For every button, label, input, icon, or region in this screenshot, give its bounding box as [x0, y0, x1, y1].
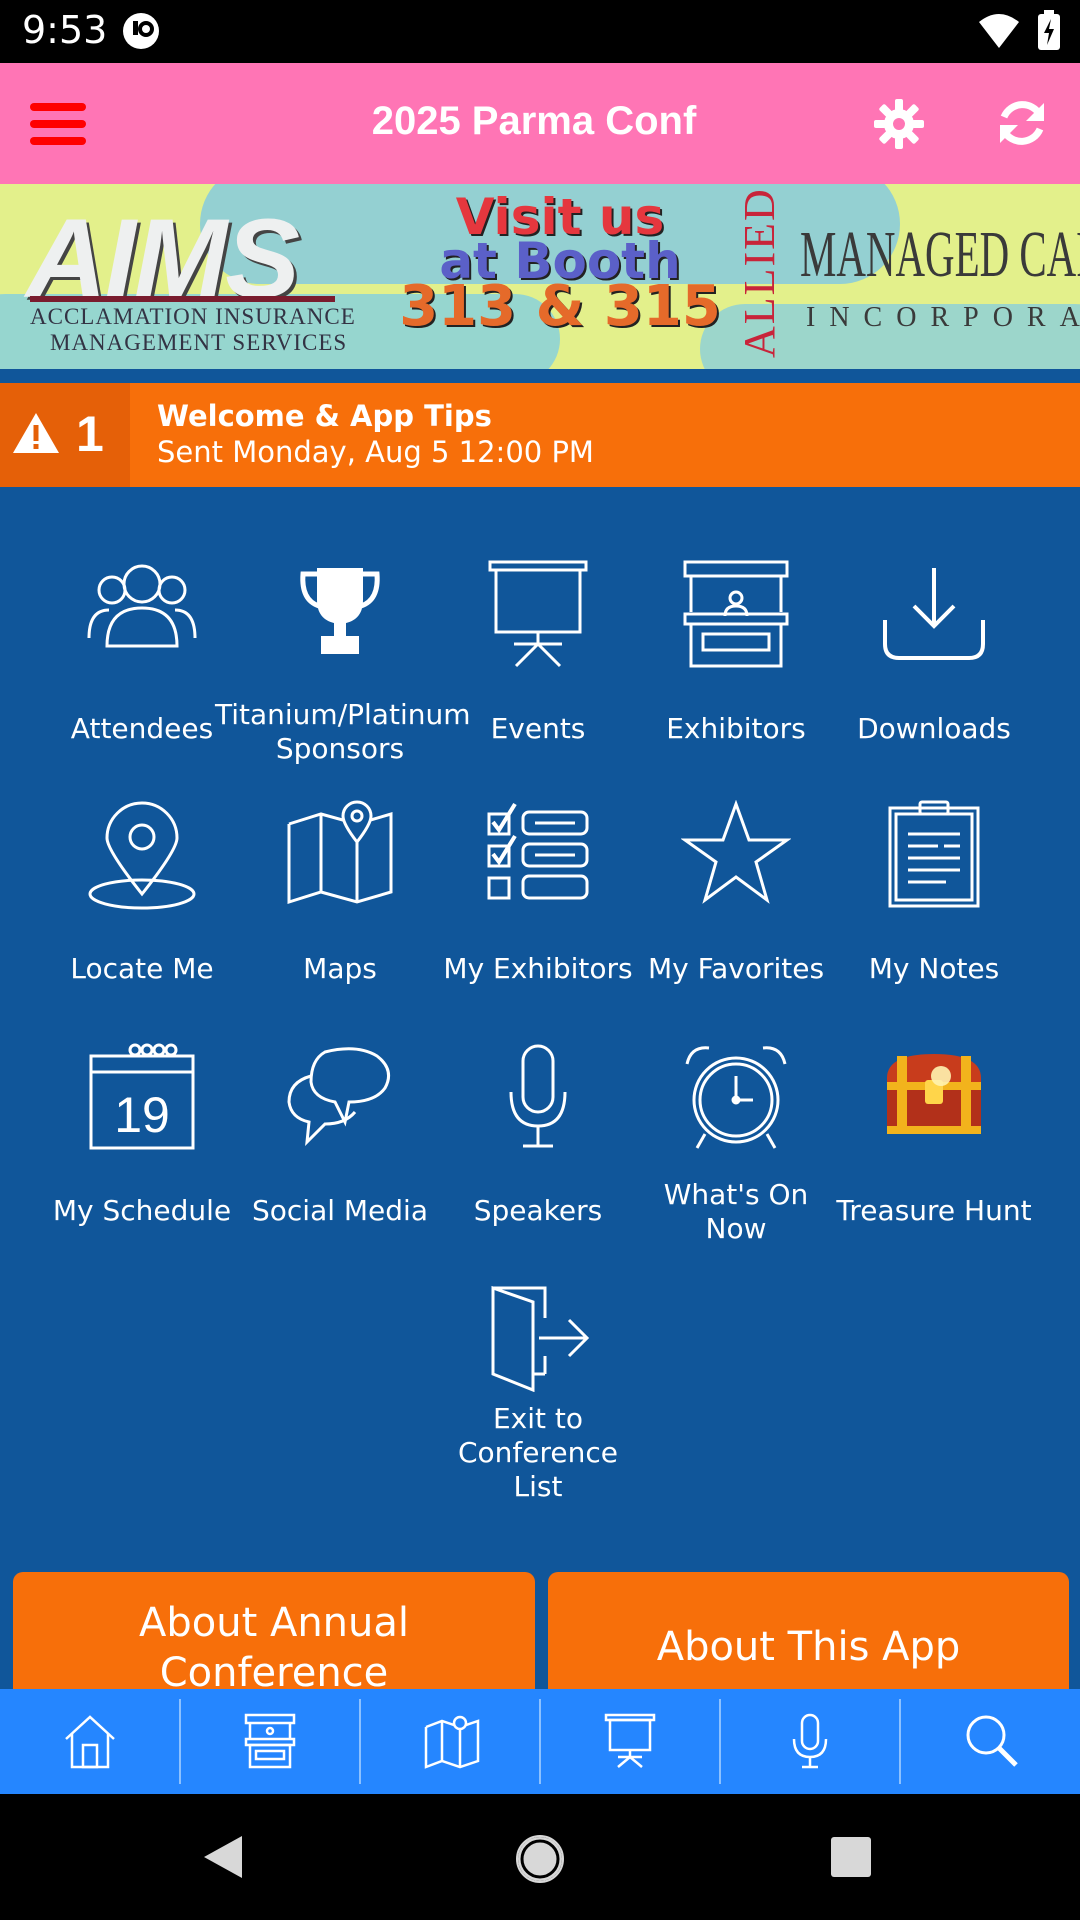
status-time: 9:53: [22, 8, 108, 52]
grid-item-speakers[interactable]: Speakers: [443, 1042, 633, 1227]
grid-item-my-notes[interactable]: My Notes: [839, 800, 1029, 985]
system-nav-bar: [0, 1794, 1080, 1920]
treasure-chest-icon: [887, 1054, 981, 1134]
trophy-icon: [300, 568, 380, 654]
calendar-icon: 19: [89, 1043, 195, 1150]
banner-visit-line3: 313 & 315: [399, 274, 721, 339]
grid-label-locate-me: Locate Me: [70, 952, 214, 985]
presentation-icon: [488, 560, 588, 668]
map-icon: [287, 800, 393, 905]
alert-subtitle: Sent Monday, Aug 5 12:00 PM: [157, 435, 594, 469]
warning-icon: [13, 413, 59, 453]
about-conference-label-l2: Conference: [159, 1650, 389, 1692]
nav-exhibitors[interactable]: [180, 1689, 360, 1794]
map-icon: [424, 1715, 480, 1769]
grid-label-my-favorites: My Favorites: [647, 952, 825, 985]
grid-item-exhibitors[interactable]: Exhibitors: [641, 560, 831, 745]
wifi-icon: [979, 14, 1019, 48]
battery-icon: [1038, 10, 1060, 50]
grid-label-exit-l1: Exit to: [492, 1402, 584, 1435]
search-icon: [966, 1715, 1018, 1767]
alert-count: 1: [76, 406, 104, 462]
microphone-icon: [792, 1713, 828, 1769]
grid-label-speakers: Speakers: [473, 1194, 603, 1227]
microphone-icon: [509, 1044, 567, 1148]
attendees-icon: [87, 564, 197, 648]
recents-icon[interactable]: [830, 1836, 872, 1878]
banner-managed-care: MANAGED CARE: [800, 218, 1080, 291]
nav-maps[interactable]: [360, 1689, 540, 1794]
banner-company-line1: ACCLAMATION INSURANCE: [30, 304, 356, 329]
grid-item-exit-conference[interactable]: Exit to Conference List: [443, 1282, 633, 1503]
about-app-button[interactable]: About This App: [548, 1572, 1069, 1692]
grid-item-social-media[interactable]: Social Media: [245, 1042, 435, 1227]
grid-label-whats-on-l2: Now: [705, 1212, 767, 1245]
grid-label-exit-l3: List: [513, 1470, 563, 1503]
nav-home[interactable]: [0, 1689, 180, 1794]
about-conference-label-l1: About Annual: [138, 1600, 410, 1646]
grid-item-treasure-hunt[interactable]: Treasure Hunt: [836, 1042, 1032, 1227]
grid-label-maps: Maps: [303, 952, 377, 985]
grid-label-exit-l2: Conference: [457, 1436, 618, 1469]
home-circle-icon[interactable]: [515, 1834, 565, 1884]
grid-label-treasure-hunt: Treasure Hunt: [836, 1194, 1032, 1227]
location-pin-icon: [88, 801, 196, 910]
back-icon[interactable]: [202, 1834, 246, 1880]
grid-label-my-exhibitors: My Exhibitors: [443, 952, 633, 985]
exit-door-icon: [491, 1285, 590, 1392]
banner-incorporated: INCORPORATED: [806, 302, 1080, 333]
nav-search[interactable]: [900, 1689, 1080, 1794]
grid-item-events[interactable]: Events: [443, 560, 633, 745]
app-header: 2025 Parma Conf: [0, 63, 1080, 184]
menu-icon[interactable]: [30, 101, 86, 147]
grid-label-downloads: Downloads: [857, 712, 1011, 745]
checklist-icon: [487, 802, 589, 900]
app-notification-icon: [123, 13, 159, 49]
grid-label-exhibitors: Exhibitors: [666, 712, 806, 745]
about-conference-button[interactable]: About Annual Conference: [13, 1572, 535, 1692]
about-app-label: About This App: [656, 1624, 961, 1670]
alert-title: Welcome & App Tips: [157, 399, 492, 433]
grid-item-my-favorites[interactable]: My Favorites: [641, 800, 831, 985]
grid-item-maps[interactable]: Maps: [245, 800, 435, 985]
grid-item-my-exhibitors[interactable]: My Exhibitors: [443, 800, 633, 985]
grid-item-my-schedule[interactable]: 19 My Schedule: [47, 1042, 237, 1227]
bottom-nav: [0, 1689, 1080, 1794]
refresh-icon[interactable]: [996, 97, 1048, 149]
grid-label-whats-on-l1: What's On: [663, 1178, 809, 1211]
booth-icon: [683, 560, 789, 668]
star-icon: [681, 800, 791, 904]
gear-icon[interactable]: [874, 99, 924, 149]
grid-item-whats-on-now[interactable]: What's On Now: [641, 1042, 831, 1245]
alert-count-box: 1: [0, 383, 130, 487]
sponsor-banner[interactable]: AIMS ACCLAMATION INSURANCE MANAGEMENT SE…: [0, 184, 1080, 369]
page-title: 2025 Parma Conf: [371, 99, 697, 143]
alarm-clock-icon: [685, 1046, 787, 1149]
banner-company-line2: MANAGEMENT SERVICES: [50, 330, 348, 355]
grid-item-attendees[interactable]: Attendees: [47, 560, 237, 745]
nav-events[interactable]: [540, 1689, 720, 1794]
grid-label-events: Events: [490, 712, 586, 745]
grid-item-downloads[interactable]: Downloads: [839, 560, 1029, 745]
calendar-day: 19: [114, 1087, 170, 1143]
home-icon: [65, 1715, 115, 1769]
download-icon: [883, 568, 985, 660]
chat-bubbles-icon: [287, 1047, 391, 1146]
grid-item-locate-me[interactable]: Locate Me: [47, 800, 237, 985]
status-bar: 9:53: [0, 0, 1080, 63]
grid-label-my-schedule: My Schedule: [52, 1194, 232, 1227]
announcement-bar[interactable]: 1 Welcome & App Tips Sent Monday, Aug 5 …: [0, 383, 1080, 487]
nav-speakers[interactable]: [720, 1689, 900, 1794]
grid-label-my-notes: My Notes: [868, 952, 1000, 985]
clipboard-notes-icon: [888, 800, 980, 908]
booth-icon: [244, 1713, 296, 1769]
grid-label-social-media: Social Media: [251, 1194, 428, 1227]
banner-allied-text: ALLIED: [735, 187, 784, 358]
grid-item-sponsors[interactable]: Titanium/Platinum Sponsors: [215, 560, 471, 765]
presentation-icon: [604, 1713, 656, 1768]
